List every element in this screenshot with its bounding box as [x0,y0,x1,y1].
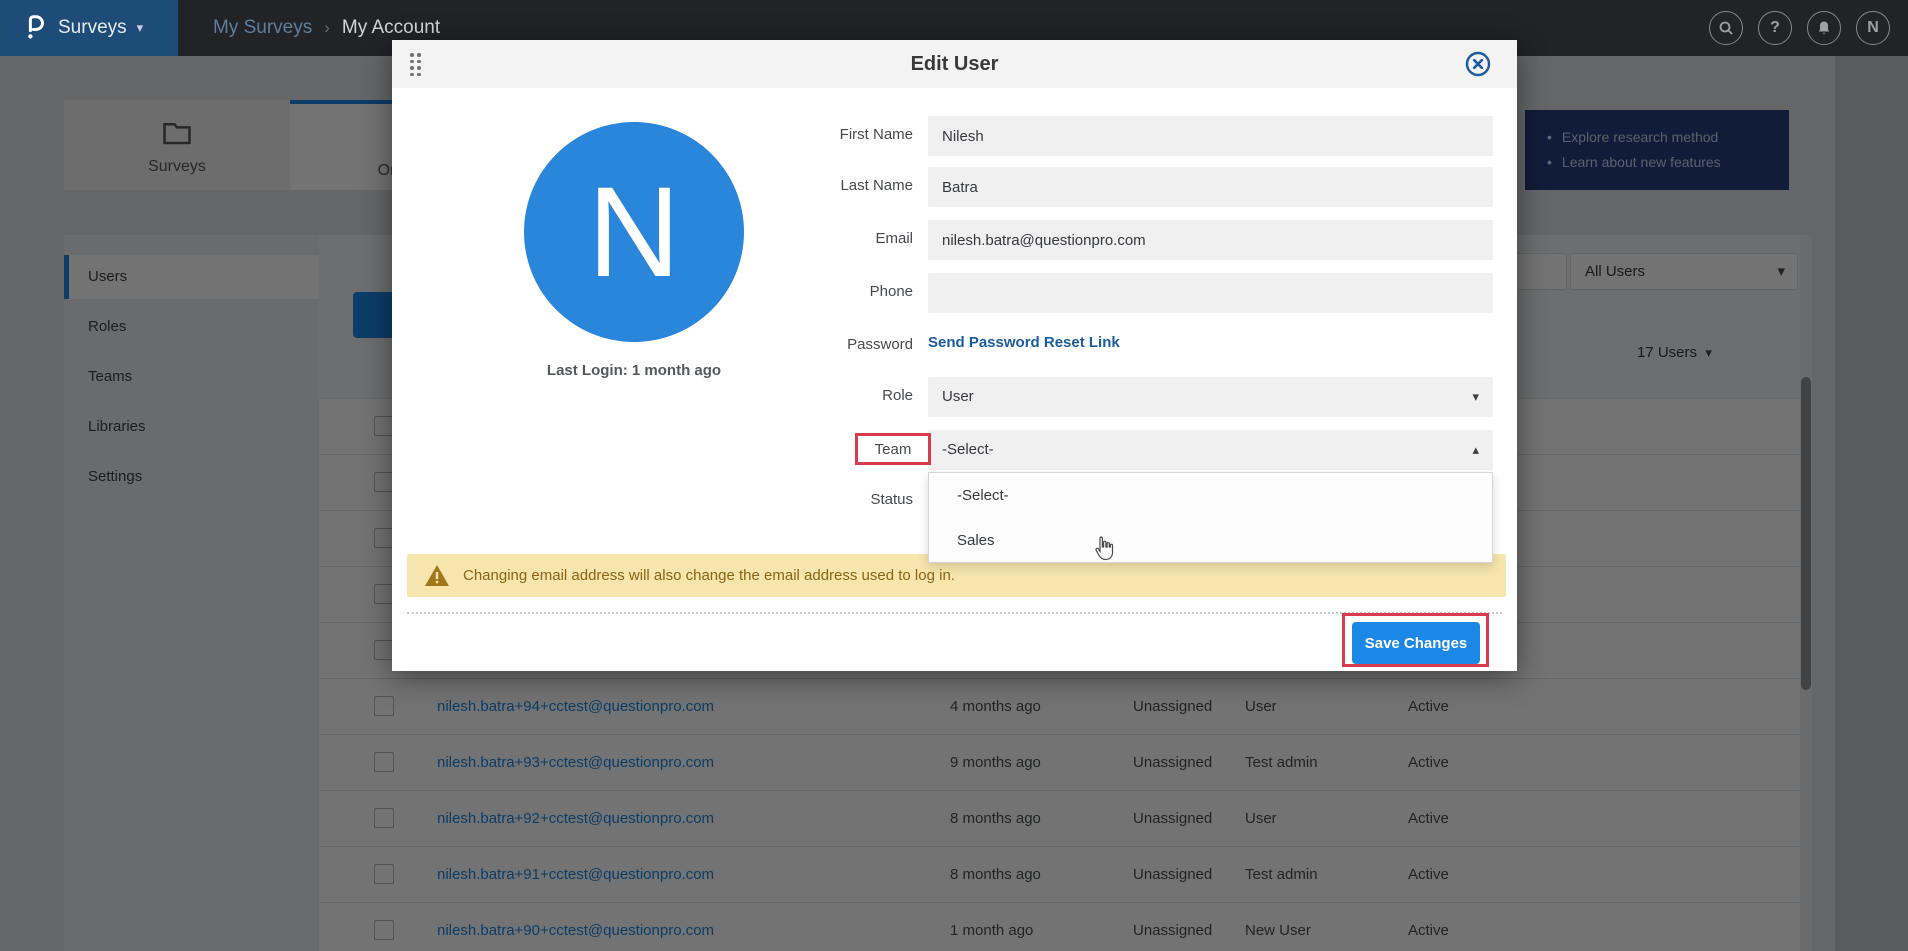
email-input[interactable] [928,220,1493,260]
email-label: Email [723,230,913,250]
team-label-annotation-box: Team [855,433,931,465]
chevron-down-icon: ▾ [1472,377,1479,417]
role-label: Role [723,387,913,407]
last-login-text: Last Login: 1 month ago [484,362,784,379]
breadcrumb-parent-link[interactable]: My Surveys [213,17,312,39]
close-icon[interactable] [1465,51,1491,77]
warning-triangle-icon [425,565,449,590]
search-icon[interactable] [1709,11,1743,45]
warning-text: Changing email address will also change … [463,554,955,597]
modal-title: Edit User [392,40,1517,88]
chevron-down-icon: ▾ [137,20,144,36]
questionpro-logo-icon [22,11,48,46]
hand-cursor-icon [1092,536,1114,566]
modal-header: Edit User [392,40,1517,88]
notifications-bell-icon[interactable] [1807,11,1841,45]
chevron-up-icon: ▴ [1472,430,1479,470]
team-option-select[interactable]: -Select- [929,473,1492,518]
team-option-sales[interactable]: Sales [929,518,1492,563]
edit-user-modal: Edit User N Last Login: 1 month ago Firs… [392,40,1517,671]
team-select[interactable]: -Select- ▴ [928,430,1493,470]
breadcrumb-current: My Account [342,17,440,39]
save-button-annotation-box [1342,613,1489,667]
questionpro-app: Surveys Organization • Explore research … [0,0,1908,951]
phone-label: Phone [723,283,913,303]
status-label: Status [723,491,913,511]
footer-divider [407,612,1502,614]
last-name-input[interactable] [928,167,1493,207]
breadcrumb-separator: › [324,18,330,38]
user-avatar: N [524,122,744,342]
product-name: Surveys [58,17,127,39]
send-password-reset-link[interactable]: Send Password Reset Link [928,334,1120,351]
product-switcher[interactable]: Surveys ▾ [0,0,178,56]
password-label: Password [723,336,913,356]
last-name-label: Last Name [723,177,913,197]
role-select[interactable]: User ▾ [928,377,1493,417]
phone-input[interactable] [928,273,1493,313]
first-name-label: First Name [723,126,913,146]
team-dropdown-panel: -Select- Sales [928,472,1493,563]
help-icon[interactable]: ? [1758,11,1792,45]
account-avatar[interactable]: N [1856,11,1890,45]
first-name-input[interactable] [928,116,1493,156]
team-label: Team [875,441,912,458]
